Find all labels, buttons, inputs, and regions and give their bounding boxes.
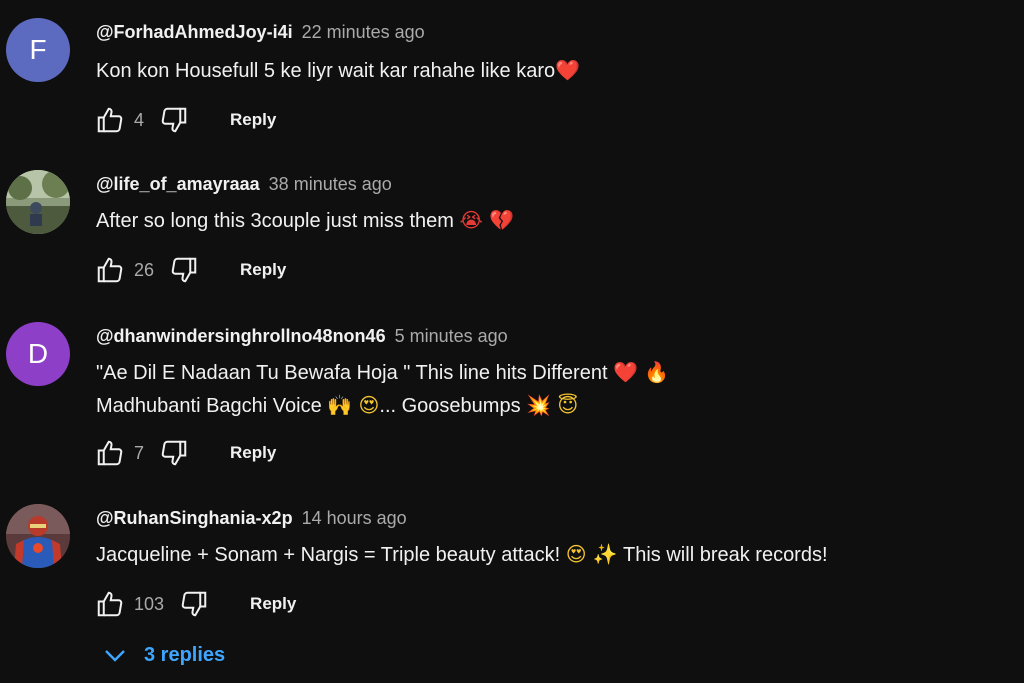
comment-author[interactable]: @RuhanSinghania-x2p xyxy=(96,508,293,528)
thumb-down-icon[interactable] xyxy=(158,104,190,136)
thumb-up-icon[interactable] xyxy=(94,588,126,620)
text-segment: After so long this 3couple just miss the… xyxy=(96,210,460,232)
emoji: 🙌 😍 xyxy=(327,393,380,417)
text-segment: ... Goosebumps xyxy=(379,395,527,417)
reply-button[interactable]: Reply xyxy=(230,110,276,130)
text-segment: Jacqueline + Sonam + Nargis = Triple bea… xyxy=(96,544,566,566)
thumb-up-icon[interactable] xyxy=(94,254,126,286)
text-segment: Madhubanti Bagchi Voice xyxy=(96,395,328,417)
avatar[interactable] xyxy=(6,504,70,568)
emoji: 💥 😇 xyxy=(526,393,579,417)
comment-text: Kon kon Housefull 5 ke liyr wait kar rah… xyxy=(96,54,580,88)
chevron-down-icon xyxy=(104,649,126,663)
like-count: 26 xyxy=(134,259,155,280)
replies-label: 3 replies xyxy=(144,644,226,666)
comment-author[interactable]: @ForhadAhmedJoy-i4i xyxy=(96,22,293,42)
emoji: 😭 💔 xyxy=(459,208,515,232)
comment-author[interactable]: @dhanwindersinghrollno48non46 xyxy=(96,326,386,346)
emoji: ❤️ xyxy=(555,58,581,82)
view-replies-button[interactable]: 3 replies xyxy=(104,644,225,667)
comment-time[interactable]: 38 minutes ago xyxy=(269,174,392,194)
avatar[interactable]: D xyxy=(6,322,70,386)
like-count: 103 xyxy=(134,593,165,614)
like-count: 7 xyxy=(134,442,145,463)
thumb-down-icon[interactable] xyxy=(178,588,210,620)
text-segment: "Ae Dil E Nadaan Tu Bewafa Hoja " This l… xyxy=(96,362,614,384)
comment-time[interactable]: 22 minutes ago xyxy=(302,22,425,42)
thumb-down-icon[interactable] xyxy=(158,437,190,469)
thumb-down-icon[interactable] xyxy=(168,254,200,286)
comment-text: After so long this 3couple just miss the… xyxy=(96,204,514,238)
comment-time[interactable]: 14 hours ago xyxy=(302,508,407,528)
emoji: 😍 ✨ xyxy=(565,542,618,566)
reply-button[interactable]: Reply xyxy=(240,260,286,280)
thumb-up-icon[interactable] xyxy=(94,104,126,136)
reply-button[interactable]: Reply xyxy=(230,443,276,463)
superhero-avatar-icon xyxy=(6,504,70,568)
reply-button[interactable]: Reply xyxy=(250,594,296,614)
text-segment: This will break records! xyxy=(617,544,828,566)
comment-time[interactable]: 5 minutes ago xyxy=(395,326,508,346)
thumb-up-icon[interactable] xyxy=(94,437,126,469)
comment-text: "Ae Dil E Nadaan Tu Bewafa Hoja " This l… xyxy=(96,356,669,390)
comment-text: Jacqueline + Sonam + Nargis = Triple bea… xyxy=(96,538,828,572)
like-count: 4 xyxy=(134,109,145,130)
avatar[interactable]: F xyxy=(6,18,70,82)
comment-text: Madhubanti Bagchi Voice 🙌 😍... Goosebump… xyxy=(96,389,578,423)
emoji: ❤️ 🔥 xyxy=(613,360,670,384)
avatar-letter: D xyxy=(27,338,49,369)
text-segment: Kon kon Housefull 5 ke liyr wait kar rah… xyxy=(96,60,556,82)
avatar[interactable] xyxy=(6,170,70,234)
photo-avatar-icon xyxy=(6,170,70,234)
avatar-letter: F xyxy=(29,34,47,65)
comment-author[interactable]: @life_of_amayraaa xyxy=(96,174,260,194)
